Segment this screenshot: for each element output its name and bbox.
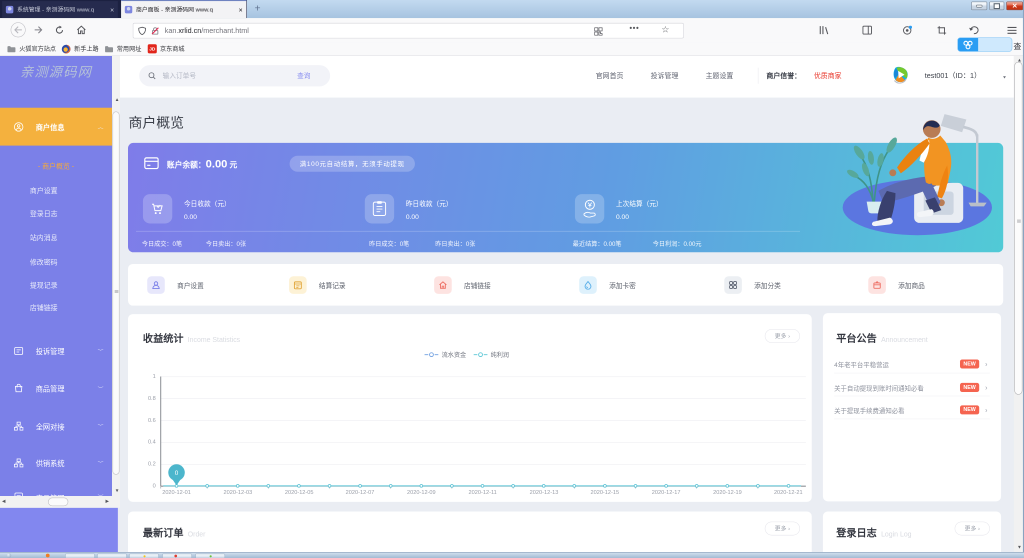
svg-text:0: 0 [175,470,179,477]
